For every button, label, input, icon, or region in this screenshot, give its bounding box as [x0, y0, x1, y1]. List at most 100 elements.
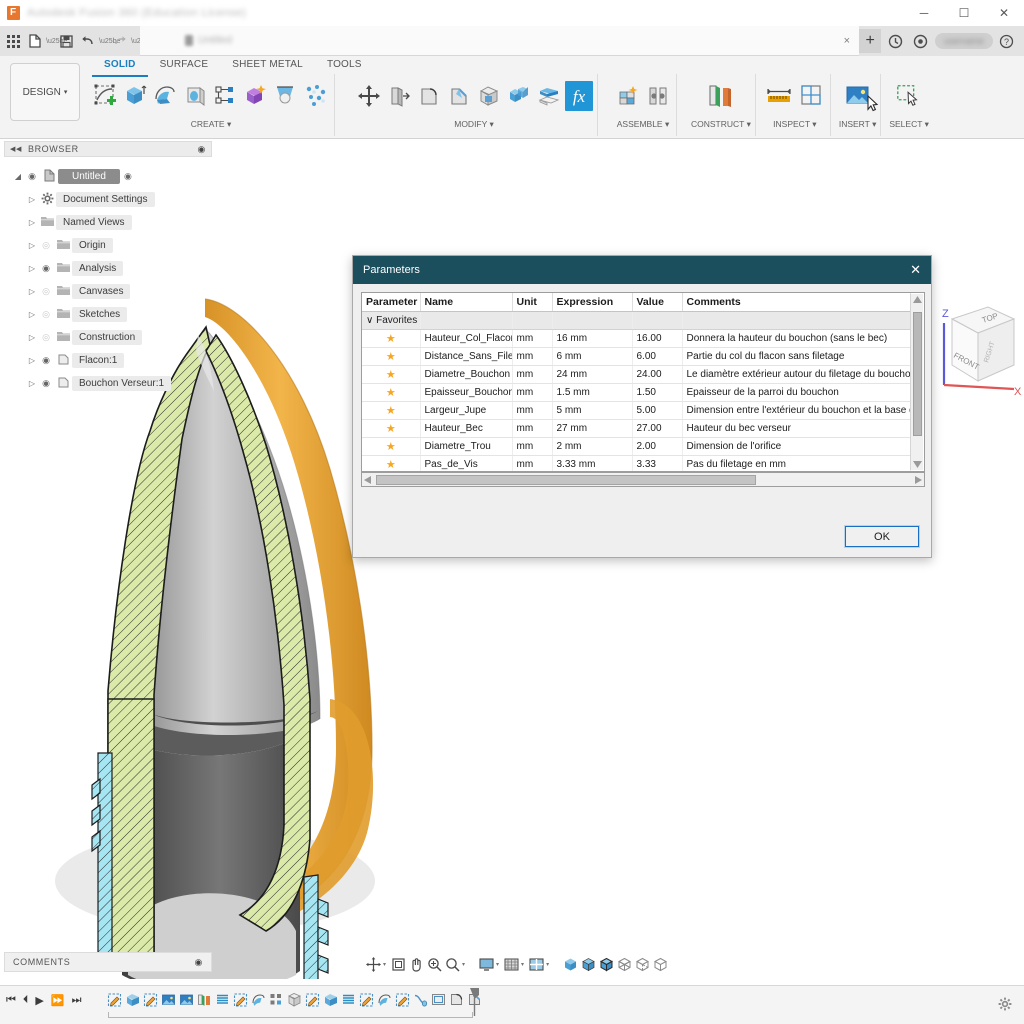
cell-unit[interactable]: mm: [512, 437, 553, 456]
cell-expression[interactable]: 2 mm: [552, 437, 633, 456]
scroll-left-arrow-icon[interactable]: [364, 476, 371, 484]
timeline-go-start-button[interactable]: ⏮: [6, 994, 16, 1007]
star-icon[interactable]: ★: [386, 351, 396, 363]
col-name[interactable]: Name: [420, 293, 513, 312]
tree-item-flacon[interactable]: ▷ ◉ Flacon:1: [4, 349, 216, 372]
tree-item-canvases[interactable]: ▷ ◎ Canvases: [4, 280, 216, 303]
cell-unit[interactable]: mm: [512, 383, 553, 402]
panel-assemble-label[interactable]: ASSEMBLE ▾: [617, 119, 669, 130]
shaded-visible-edges-icon[interactable]: [598, 953, 615, 975]
timeline-sweep-icon[interactable]: [412, 990, 429, 1009]
cell-name[interactable]: Pas_de_Vis: [420, 455, 513, 471]
cell-expression[interactable]: 24 mm: [552, 365, 633, 384]
table-row[interactable]: ★ Hauteur_Col_Flacon mm 16 mm 16.00 Donnera l…: [362, 329, 911, 348]
new-file-icon[interactable]: [25, 29, 44, 53]
split-body-icon[interactable]: [535, 81, 563, 111]
close-button[interactable]: ✕: [984, 0, 1024, 26]
expand-icon[interactable]: ▷: [26, 287, 38, 296]
expand-icon[interactable]: ◢: [12, 172, 24, 181]
table-row[interactable]: ★ Distance_Sans_Filet...mm6 mm6.00Partie …: [362, 347, 911, 366]
cell-expression[interactable]: 5 mm: [552, 401, 633, 420]
timeline-revolve-icon[interactable]: [250, 990, 267, 1009]
cell-unit[interactable]: mm: [512, 329, 553, 348]
viewports-icon[interactable]: [528, 953, 545, 975]
cell-name[interactable]: Hauteur_Col_Flacon: [420, 329, 513, 348]
cell-name[interactable]: Diametre_Bouchon: [420, 365, 513, 384]
cell-comment[interactable]: Partie du col du flacon sans filetage: [682, 347, 911, 366]
timeline-go-end-button[interactable]: ⏭: [72, 994, 82, 1007]
new-component-icon[interactable]: [614, 81, 642, 111]
workspace-switcher-button[interactable]: DESIGN ▾: [10, 63, 80, 121]
look-at-icon[interactable]: [390, 953, 407, 975]
cell-expression[interactable]: 16 mm: [552, 329, 633, 348]
cell-unit[interactable]: mm: [512, 419, 553, 438]
tree-item-named-views[interactable]: ▷ Named Views: [4, 211, 216, 234]
cell-expression[interactable]: 3.33 mm: [552, 455, 633, 471]
extrude-icon[interactable]: [122, 81, 150, 111]
document-tab[interactable]: Untitled: [185, 26, 232, 56]
measure-icon[interactable]: [764, 81, 796, 111]
cell-name[interactable]: Diametre_Trou: [420, 437, 513, 456]
favorite-star-cell[interactable]: ★: [362, 383, 421, 402]
star-icon[interactable]: ★: [386, 441, 396, 453]
timeline-insert-image-icon[interactable]: [178, 990, 195, 1009]
timeline-sketch-icon[interactable]: [304, 990, 321, 1009]
zoom-icon[interactable]: [426, 953, 443, 975]
timeline-section-icon[interactable]: [430, 990, 447, 1009]
timeline-extrude-icon[interactable]: [124, 990, 141, 1009]
timeline-shell-icon[interactable]: [286, 990, 303, 1009]
table-row[interactable]: ★ Diametre_Trou mm 2 mm 2.00 Dimension de l'o…: [362, 437, 911, 456]
expand-icon[interactable]: ▷: [26, 241, 38, 250]
fillet-icon[interactable]: [415, 81, 443, 111]
revolve-icon[interactable]: [152, 81, 180, 111]
timeline-end-marker[interactable]: [470, 988, 479, 1016]
timeline-play-button[interactable]: ▶: [35, 994, 43, 1007]
tree-item-bouchon-verseur[interactable]: ▷ ◉ Bouchon Verseur:1: [4, 372, 216, 395]
redo-icon[interactable]: [110, 29, 129, 53]
shell-icon[interactable]: [475, 81, 503, 111]
view-cube[interactable]: Z X TOP FRONT RIGHT: [930, 289, 1024, 399]
visibility-icon[interactable]: ◎: [38, 332, 54, 343]
cell-expression[interactable]: 1.5 mm: [552, 383, 633, 402]
viewports-caret-icon[interactable]: ▾: [546, 961, 549, 968]
pan-icon[interactable]: [408, 953, 425, 975]
rib-icon[interactable]: [212, 81, 240, 111]
table-row[interactable]: ★ Largeur_Jupe mm 5 mm 5.00 Dimension entre l…: [362, 401, 911, 420]
visibility-icon[interactable]: ◉: [24, 171, 40, 182]
tree-item-analysis[interactable]: ▷ ◉ Analysis: [4, 257, 216, 280]
offset-plane-icon[interactable]: [704, 81, 738, 111]
visibility-icon[interactable]: ◎: [38, 286, 54, 297]
pipe-icon[interactable]: [302, 81, 330, 111]
chamfer-icon[interactable]: [445, 81, 473, 111]
scroll-right-arrow-icon[interactable]: [915, 476, 922, 484]
ok-button[interactable]: OK: [844, 525, 920, 548]
maximize-button[interactable]: ☐: [944, 0, 984, 26]
undo-icon[interactable]: [78, 29, 97, 53]
cell-comment[interactable]: Donnera la hauteur du bouchon (sans le b…: [682, 329, 911, 348]
cell-name[interactable]: Largeur_Jupe: [420, 401, 513, 420]
cell-unit[interactable]: mm: [512, 365, 553, 384]
table-row[interactable]: ★ Diametre_Bouchon mm 24 mm 24.00 Le diamètre…: [362, 365, 911, 384]
favorite-star-cell[interactable]: ★: [362, 365, 421, 384]
col-comments[interactable]: Comments: [682, 293, 911, 312]
timeline-pattern-icon[interactable]: [268, 990, 285, 1009]
vertical-scroll-thumb[interactable]: [913, 312, 922, 436]
expand-icon[interactable]: ▷: [26, 379, 38, 388]
cell-comment[interactable]: Epaisseur de la parroi du bouchon: [682, 383, 911, 402]
grid-snaps-icon[interactable]: [503, 953, 520, 975]
panel-insert-label[interactable]: INSERT ▾: [839, 119, 877, 130]
undo-caret-icon[interactable]: \u25be: [99, 38, 120, 45]
tree-root-untitled[interactable]: ◢ ◉ Untitled ◉: [4, 165, 216, 188]
panel-select-label[interactable]: SELECT ▾: [889, 119, 929, 130]
browser-collapse-icon[interactable]: ◀◀: [10, 145, 22, 153]
timeline-sketch-icon[interactable]: [394, 990, 411, 1009]
section-analysis-icon[interactable]: [798, 81, 826, 111]
table-row[interactable]: ★ Hauteur_Bec mm 27 mm 27.00 Hauteur du bec v…: [362, 419, 911, 438]
cell-expression[interactable]: 6 mm: [552, 347, 633, 366]
timeline-revolve-icon[interactable]: [376, 990, 393, 1009]
scroll-up-arrow-icon[interactable]: [913, 296, 922, 303]
dialog-close-icon[interactable]: ✕: [910, 262, 921, 278]
press-pull-icon[interactable]: [385, 81, 413, 111]
parameters-grid[interactable]: Parameter Name Unit Expression Value Com…: [361, 292, 925, 472]
wireframe-icon[interactable]: [616, 953, 633, 975]
